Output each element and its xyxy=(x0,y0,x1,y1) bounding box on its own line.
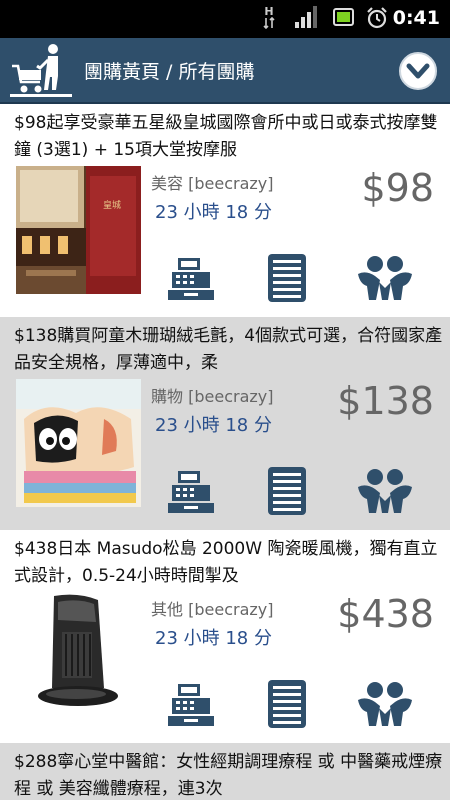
deal-image[interactable] xyxy=(16,379,141,507)
app-header: 團購黃頁 / 所有團購 xyxy=(0,38,450,104)
svg-text:H: H xyxy=(264,5,273,18)
deal-item[interactable]: $288寧心堂中醫館：女性經期調理療程 或 中醫藥戒煙療程 或 美容纖體療程，連… xyxy=(0,743,450,800)
status-bar: H 0:41 xyxy=(0,0,450,38)
deal-category: 購物 [beecrazy] xyxy=(151,387,274,406)
cash-register-icon[interactable] xyxy=(168,680,216,728)
deal-title[interactable]: $288寧心堂中醫館：女性經期調理療程 或 中醫藥戒煙療程 或 美容纖體療程，連… xyxy=(14,749,444,800)
deal-title[interactable]: $438日本 Masudo松島 2000W 陶瓷暖風機，獨有直立式設計，0.5-… xyxy=(14,536,444,590)
deal-item[interactable]: $438日本 Masudo松島 2000W 陶瓷暖風機，獨有直立式設計，0.5-… xyxy=(0,530,450,743)
network-type-icon: H xyxy=(263,5,275,30)
deal-category: 其他 [beecrazy] xyxy=(151,600,274,619)
page-title: 團購黃頁 / 所有團購 xyxy=(84,61,255,83)
deal-time-left: 23 小時 18 分 xyxy=(155,415,272,436)
deal-category: 美容 [beecrazy] xyxy=(151,174,274,193)
deal-price: $98 xyxy=(361,166,434,210)
deal-title[interactable]: $98起享受豪華五星級皇城國際會所中或日或泰式按摩雙鐘 (3選1) + 15項大… xyxy=(14,110,444,164)
alarm-clock-icon xyxy=(367,7,387,29)
list-document-icon[interactable] xyxy=(268,680,306,728)
deal-time-left: 23 小時 18 分 xyxy=(155,202,272,223)
deal-time-left: 23 小時 18 分 xyxy=(155,628,272,649)
deal-image[interactable]: 皇城 xyxy=(16,166,141,294)
people-group-icon[interactable] xyxy=(356,680,414,728)
deal-image[interactable] xyxy=(16,592,141,720)
people-group-icon[interactable] xyxy=(356,467,414,515)
deal-item[interactable]: $98起享受豪華五星級皇城國際會所中或日或泰式按摩雙鐘 (3選1) + 15項大… xyxy=(0,104,450,317)
people-group-icon[interactable] xyxy=(356,254,414,302)
cash-register-icon[interactable] xyxy=(168,254,216,302)
deal-title[interactable]: $138購買阿童木珊瑚絨毛氈，4個款式可選，合符國家產品安全規格，厚薄適中，柔 xyxy=(14,323,444,377)
deal-item[interactable]: $138購買阿童木珊瑚絨毛氈，4個款式可選，合符國家產品安全規格，厚薄適中，柔 … xyxy=(0,317,450,530)
chevron-down-circle-icon[interactable] xyxy=(398,51,438,91)
cash-register-icon[interactable] xyxy=(168,467,216,515)
deal-price: $138 xyxy=(337,379,434,423)
svg-text:皇城: 皇城 xyxy=(103,199,121,211)
clock: 0:41 xyxy=(392,7,440,29)
battery-icon xyxy=(333,8,354,26)
shopping-cart-person-icon[interactable] xyxy=(10,42,72,100)
list-document-icon[interactable] xyxy=(268,467,306,515)
deal-price: $438 xyxy=(337,592,434,636)
signal-strength-icon xyxy=(295,6,317,28)
list-document-icon[interactable] xyxy=(268,254,306,302)
deal-list[interactable]: $98起享受豪華五星級皇城國際會所中或日或泰式按摩雙鐘 (3選1) + 15項大… xyxy=(0,104,450,800)
